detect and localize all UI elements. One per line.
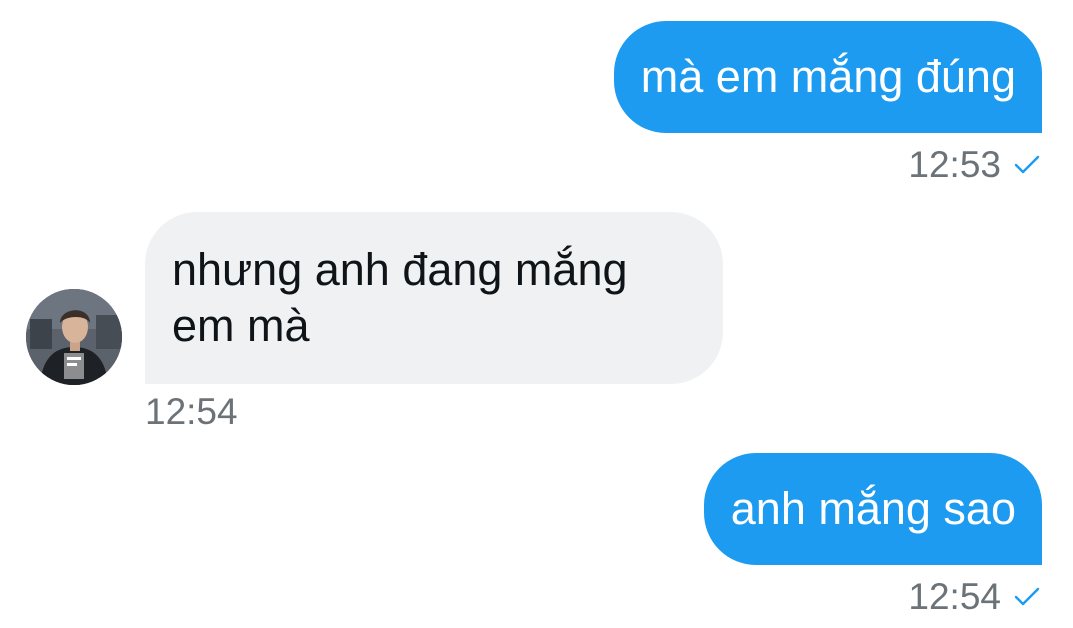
message-text: anh mắng sao: [730, 483, 1016, 534]
avatar-image: [26, 289, 122, 385]
message-meta: 12:53: [908, 143, 1041, 187]
check-icon: [1014, 587, 1040, 606]
outgoing-message-bubble[interactable]: anh mắng sao: [703, 453, 1042, 565]
message-text: mà em mắng đúng: [640, 51, 1016, 102]
message-timestamp: 12:54: [145, 391, 238, 432]
check-icon: [1014, 155, 1040, 174]
message-text: nhưng anh đang mắng em mà: [172, 244, 628, 351]
message-thread: mà em mắng đúng 12:53 nhưng anh đang mắn…: [0, 0, 1073, 628]
message-timestamp: 12:54: [908, 576, 1001, 617]
message-meta: 12:54: [145, 390, 238, 434]
message-timestamp: 12:53: [908, 144, 1001, 185]
message-meta: 12:54: [908, 575, 1041, 619]
incoming-message-bubble[interactable]: nhưng anh đang mắng em mà: [145, 212, 723, 384]
outgoing-message-bubble[interactable]: mà em mắng đúng: [613, 21, 1042, 133]
contact-avatar[interactable]: [26, 289, 122, 385]
